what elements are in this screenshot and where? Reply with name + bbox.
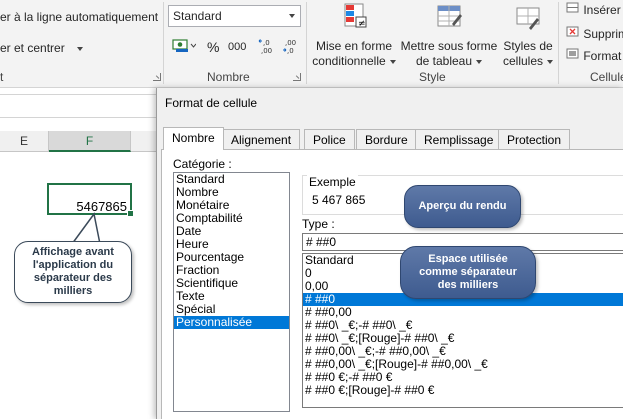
category-item[interactable]: Personnalisée — [174, 316, 289, 329]
tab-fill[interactable]: Remplissage — [415, 129, 503, 149]
tab-number[interactable]: Nombre — [163, 127, 224, 150]
tab-label: Police — [313, 133, 346, 147]
category-list[interactable]: Standard Nombre Monétaire Comptabilité Date H… — [173, 172, 290, 412]
callout-preview: Aperçu du rendu — [404, 185, 521, 228]
tab-label: Bordure — [365, 133, 408, 147]
type-label: Type : — [302, 217, 335, 231]
tab-label: Alignement — [231, 133, 292, 147]
tab-label: Nombre — [172, 131, 215, 145]
callout-space-separator: Espace utilisée comme séparateur des mil… — [400, 246, 536, 299]
format-cells-dialog: Format de cellule Nombre Alignement Poli… — [156, 88, 623, 419]
callout-space-text: Espace utilisée comme séparateur des mil… — [419, 253, 517, 291]
tab-border[interactable]: Bordure — [356, 129, 417, 149]
dialog-title: Format de cellule — [165, 96, 258, 110]
tab-label: Remplissage — [424, 133, 494, 147]
callout-before-separator: Affichage avant l'application du séparat… — [14, 241, 132, 303]
tab-protection[interactable]: Protection — [498, 129, 571, 149]
sample-label: Exemple — [307, 175, 358, 189]
tab-font[interactable]: Police — [304, 129, 355, 149]
category-label: Catégorie : — [173, 157, 232, 171]
tab-alignment[interactable]: Alignement — [222, 129, 301, 149]
callout-pointer-before — [70, 212, 101, 245]
sample-value: 5 467 865 — [312, 193, 366, 207]
type-list-item[interactable]: # ##0 €;[Rouge]-# ##0 € — [303, 384, 623, 397]
tab-label: Protection — [507, 133, 562, 147]
callout-preview-text: Aperçu du rendu — [418, 200, 507, 212]
callout-before-text: Affichage avant l'application du séparat… — [32, 246, 114, 297]
